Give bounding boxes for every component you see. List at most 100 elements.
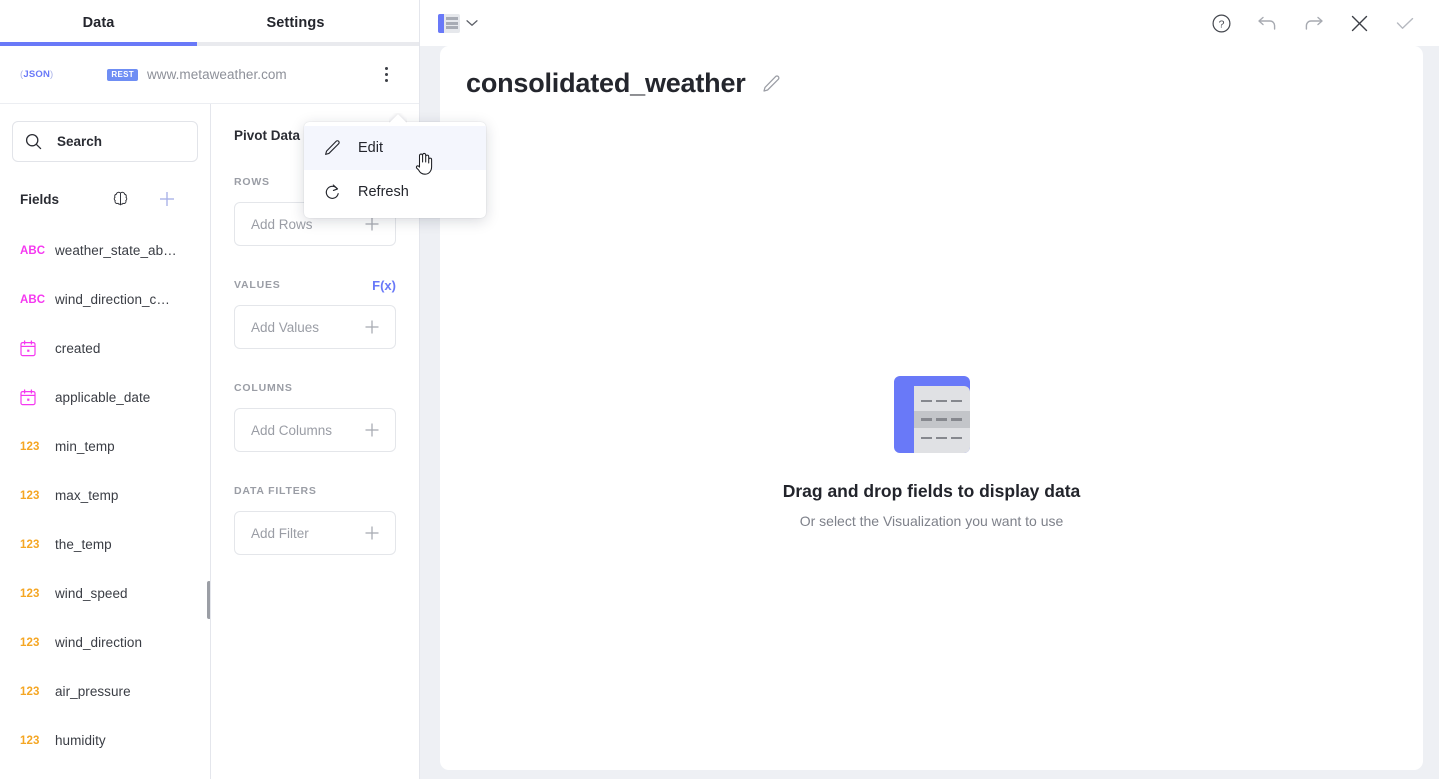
undo-button[interactable] <box>1255 11 1279 35</box>
field-row[interactable]: 123 wind_speed <box>0 569 210 618</box>
field-name: humidity <box>55 733 106 748</box>
field-row[interactable]: 123 wind_direction <box>0 618 210 667</box>
search-placeholder: Search <box>57 134 103 149</box>
visualization-picker[interactable] <box>438 13 478 33</box>
field-name: wind_speed <box>55 586 128 601</box>
empty-state-subheading: Or select the Visualization you want to … <box>799 513 1064 529</box>
plus-icon <box>365 526 379 540</box>
document-header: consolidated_weather <box>440 46 1423 99</box>
close-icon <box>1351 15 1367 31</box>
toolbar-actions: ? <box>1209 11 1417 35</box>
field-row[interactable]: 123 min_temp <box>0 422 210 471</box>
brain-icon[interactable] <box>111 190 130 209</box>
number-type-badge: 123 <box>20 734 40 747</box>
menu-caret <box>389 113 407 123</box>
app-root: Data Settings (JSON) REST www.metaweathe… <box>0 0 1439 779</box>
field-name: wind_direction <box>55 635 142 650</box>
field-name: the_temp <box>55 537 112 552</box>
page-title: consolidated_weather <box>466 68 746 98</box>
search-input[interactable]: Search <box>12 121 198 162</box>
table-viz-rows <box>444 14 460 33</box>
close-button[interactable] <box>1347 11 1371 35</box>
add-values-dropzone[interactable]: Add Values <box>234 305 396 349</box>
illustration-row <box>913 410 970 428</box>
field-name: max_temp <box>55 488 119 503</box>
add-field-button[interactable] <box>157 189 177 209</box>
add-filter-label: Add Filter <box>251 525 309 541</box>
calendar-icon <box>20 340 36 357</box>
date-type-icon <box>20 389 46 406</box>
pencil-icon <box>762 74 780 92</box>
table-viz-icon <box>438 13 460 33</box>
left-pane: Data Settings (JSON) REST www.metaweathe… <box>0 0 420 779</box>
filters-section-header: DATA FILTERS <box>234 483 396 499</box>
tab-data[interactable]: Data <box>0 0 197 46</box>
kebab-dot <box>384 79 388 82</box>
pencil-icon <box>325 140 340 155</box>
number-type-badge: 123 <box>20 489 40 502</box>
plus-icon <box>365 423 379 437</box>
field-row[interactable]: 123 the_temp <box>0 520 210 569</box>
brain-icon-glyph <box>113 191 128 205</box>
tab-bar: Data Settings <box>0 0 419 46</box>
field-name: wind_direction_c… <box>55 292 170 307</box>
empty-state-heading: Drag and drop fields to display data <box>782 481 1081 501</box>
empty-state: Drag and drop fields to display data Or … <box>440 376 1423 529</box>
top-toolbar: ? <box>420 0 1439 46</box>
menu-item-edit-label: Edit <box>358 140 383 156</box>
menu-item-edit[interactable]: Edit <box>304 126 486 170</box>
redo-icon <box>1305 16 1323 30</box>
add-columns-dropzone[interactable]: Add Columns <box>234 408 396 452</box>
columns-section-header: COLUMNS <box>234 380 396 396</box>
columns-label: COLUMNS <box>234 382 293 394</box>
add-filter-dropzone[interactable]: Add Filter <box>234 511 396 555</box>
field-row[interactable]: 123 air_pressure <box>0 667 210 716</box>
confirm-button[interactable] <box>1393 11 1417 35</box>
number-type-badge: 123 <box>20 685 40 698</box>
data-filters-label: DATA FILTERS <box>234 485 317 497</box>
fields-column: Search Fields ABC weather_state_ab… ABC … <box>0 104 211 779</box>
formula-button[interactable]: F(x) <box>372 278 396 293</box>
table-viz-row <box>446 26 458 29</box>
kebab-dot <box>384 67 388 70</box>
field-row[interactable]: applicable_date <box>0 373 210 422</box>
values-section-header: VALUES F(x) <box>234 277 396 293</box>
rows-label: ROWS <box>234 176 270 188</box>
field-name: weather_state_ab… <box>55 243 177 258</box>
illustration-row <box>914 429 970 446</box>
tab-settings[interactable]: Settings <box>197 0 394 46</box>
illustration-row <box>914 393 970 410</box>
menu-item-refresh[interactable]: Refresh <box>304 170 486 214</box>
canvas-area: consolidated_weather Drag and drop field… <box>420 46 1439 779</box>
add-values-label: Add Values <box>251 319 320 335</box>
text-type-badge: ABC <box>20 293 46 306</box>
edit-title-button[interactable] <box>760 73 782 95</box>
number-type-badge: 123 <box>20 587 40 600</box>
redo-button[interactable] <box>1301 11 1325 35</box>
help-button[interactable]: ? <box>1209 11 1233 35</box>
table-viz-row <box>446 21 458 25</box>
svg-text:?: ? <box>1218 18 1224 30</box>
fields-list: ABC weather_state_ab… ABC wind_direction_c…… <box>0 226 210 779</box>
add-rows-label: Add Rows <box>251 216 313 232</box>
calendar-icon <box>20 389 36 406</box>
undo-icon <box>1257 16 1275 30</box>
number-type-badge: 123 <box>20 440 40 453</box>
help-icon: ? <box>1212 14 1230 32</box>
number-type-badge: 123 <box>20 538 40 551</box>
add-columns-label: Add Columns <box>251 422 333 438</box>
field-row[interactable]: ABC weather_state_ab… <box>0 226 210 275</box>
more-options-button[interactable] <box>375 64 397 86</box>
refresh-icon <box>325 184 339 199</box>
empty-state-illustration <box>893 376 970 453</box>
field-row[interactable]: 123 humidity <box>0 716 210 765</box>
field-row[interactable]: created <box>0 324 210 373</box>
data-source-row[interactable]: (JSON) REST www.metaweather.com <box>0 46 419 104</box>
field-row[interactable]: 123 max_temp <box>0 471 210 520</box>
kebab-dot <box>384 73 388 76</box>
right-pane: ? consolidated_weather Drag and drop fie… <box>420 0 1439 779</box>
source-url: www.metaweather.com <box>146 67 287 82</box>
field-row[interactable]: ABC wind_direction_c… <box>0 275 210 324</box>
field-name: created <box>55 341 101 356</box>
table-viz-row <box>446 17 458 20</box>
